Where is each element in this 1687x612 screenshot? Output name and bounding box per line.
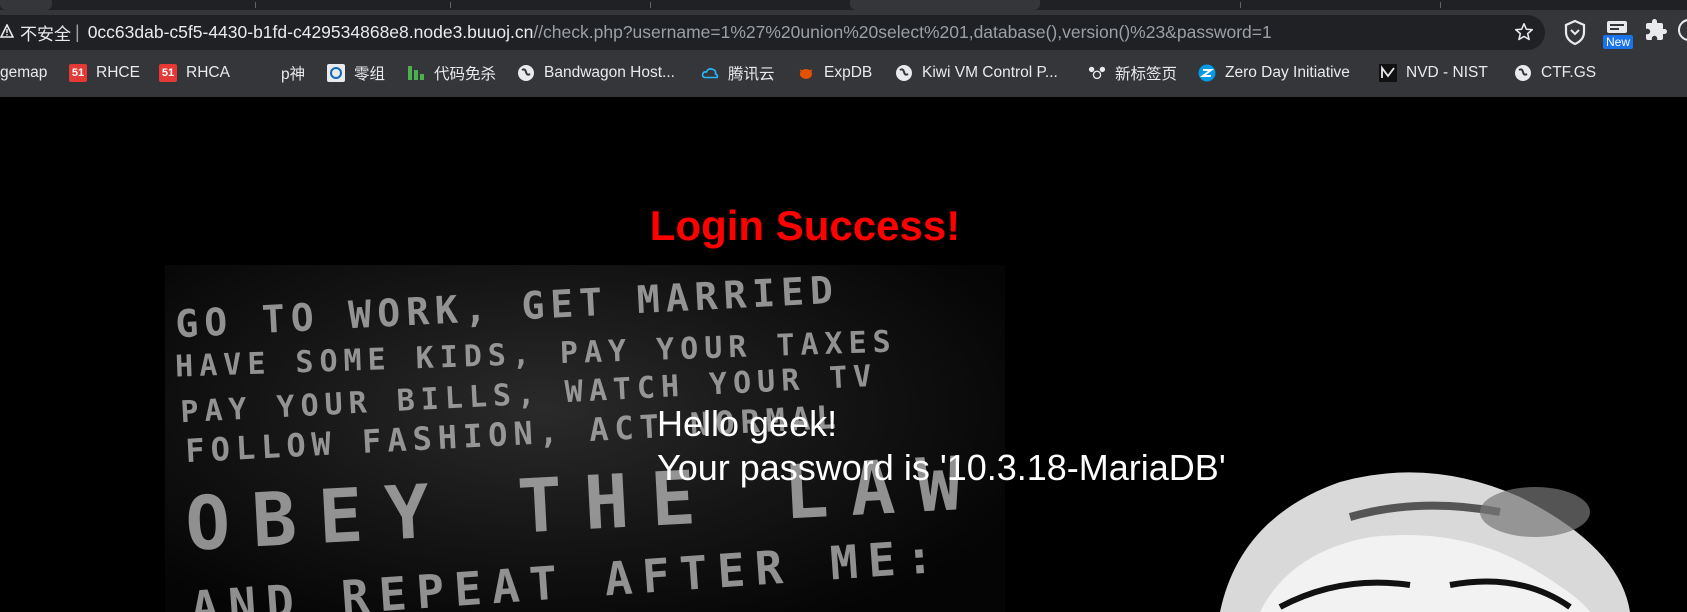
- bookmark-item[interactable]: 零组: [327, 63, 385, 83]
- bookmark-item[interactable]: Bandwagon Host...: [517, 63, 675, 83]
- url-path: //check.php?username=1%27%20union%20sele…: [533, 22, 1272, 42]
- bookmark-label: 代码免杀: [434, 66, 497, 83]
- bookmark-label: Bandwagon Host...: [544, 64, 675, 81]
- bookmark-label: gemap: [0, 64, 48, 81]
- bookmark-label: Kiwi VM Control P...: [922, 64, 1058, 81]
- tab-divider: [1440, 2, 1441, 8]
- warning-icon: [0, 23, 15, 41]
- globe-icon: [895, 64, 913, 82]
- security-status[interactable]: 不安全: [20, 20, 71, 45]
- page-content: GO TO WORK, GET MARRIED HAVE SOME KIDS, …: [0, 97, 1687, 612]
- bug-icon: [797, 64, 815, 82]
- url-host: 0cc63dab-c5f5-4430-b1fd-c429534868e8.nod…: [87, 22, 534, 42]
- globe-icon: [1514, 64, 1532, 82]
- nvd-icon: [1379, 64, 1397, 82]
- badge-51-icon: 51: [159, 64, 177, 82]
- tab-divider: [255, 2, 256, 8]
- puzzle-extensions-icon[interactable]: [1644, 18, 1670, 46]
- globe-icon: [517, 64, 535, 82]
- bookmark-label: RHCA: [186, 64, 230, 81]
- panda-icon: [1088, 64, 1106, 82]
- bookmarks-bar: gemap 51 RHCE 51 RHCA p神 零组 代码免杀 Bandwagon…: [0, 56, 1687, 90]
- bookmark-item[interactable]: Zero Day Initiative: [1198, 63, 1350, 83]
- tab[interactable]: [0, 0, 52, 10]
- bookmark-label: CTF.GS: [1541, 64, 1597, 81]
- bookmark-label: 零组: [354, 66, 386, 83]
- badge-51-icon: 51: [69, 64, 87, 82]
- bookmark-star-icon[interactable]: [1513, 21, 1535, 43]
- tab-divider: [450, 2, 451, 8]
- bookmark-label: NVD - NIST: [1406, 64, 1488, 81]
- bookmark-item[interactable]: 腾讯云: [701, 63, 775, 83]
- bookmark-item[interactable]: 51 RHCE: [69, 63, 140, 83]
- cloud-icon: [701, 64, 719, 82]
- bookmark-label: p神: [281, 66, 306, 83]
- bookmark-label: Zero Day Initiative: [1225, 64, 1350, 81]
- bookmark-label: ExpDB: [824, 64, 873, 81]
- bookmark-label: 腾讯云: [728, 66, 775, 83]
- tab-strip: [0, 0, 1687, 10]
- bookmark-item[interactable]: 51 RHCA: [159, 63, 230, 83]
- address-bar[interactable]: 不安全 | 0cc63dab-c5f5-4430-b1fd-c429534868…: [0, 15, 1545, 50]
- bookmark-item[interactable]: 新标签页: [1088, 63, 1177, 83]
- bookmark-label: 新标签页: [1115, 66, 1178, 83]
- shield-extension-icon[interactable]: [1562, 18, 1588, 46]
- url-text[interactable]: 0cc63dab-c5f5-4430-b1fd-c429534868e8.nod…: [88, 22, 1272, 43]
- bookmark-item[interactable]: p神: [281, 63, 305, 83]
- browser-chrome: 不安全 | 0cc63dab-c5f5-4430-b1fd-c429534868…: [0, 0, 1687, 97]
- tab-divider: [1240, 2, 1241, 8]
- new-badge: New: [1603, 35, 1634, 49]
- bookmark-label: RHCE: [96, 64, 140, 81]
- profile-avatar-icon[interactable]: [1677, 18, 1687, 46]
- zdi-icon: [1198, 64, 1216, 82]
- zero-group-icon: [327, 64, 345, 82]
- login-success-title: Login Success!: [649, 202, 961, 249]
- bookmark-item[interactable]: gemap: [0, 63, 47, 83]
- tab-divider: [650, 2, 651, 8]
- bookmark-item[interactable]: Kiwi VM Control P...: [895, 63, 1058, 83]
- tab-active[interactable]: [850, 0, 1040, 10]
- bookmark-item[interactable]: NVD - NIST: [1379, 63, 1488, 83]
- guy-fawkes-mask-image: [1220, 472, 1630, 612]
- password-result-text: Your password is '10.3.18-MariaDB': [657, 447, 1226, 488]
- bars-icon: [407, 64, 425, 82]
- bookmark-item[interactable]: 代码免杀: [407, 63, 496, 83]
- omnibox-separator: |: [75, 22, 80, 42]
- bookmark-item[interactable]: CTF.GS: [1514, 63, 1596, 83]
- background-poster: GO TO WORK, GET MARRIED HAVE SOME KIDS, …: [165, 265, 1005, 612]
- bookmark-item[interactable]: ExpDB: [797, 63, 872, 83]
- greeting-text: Hello geek!: [657, 403, 838, 444]
